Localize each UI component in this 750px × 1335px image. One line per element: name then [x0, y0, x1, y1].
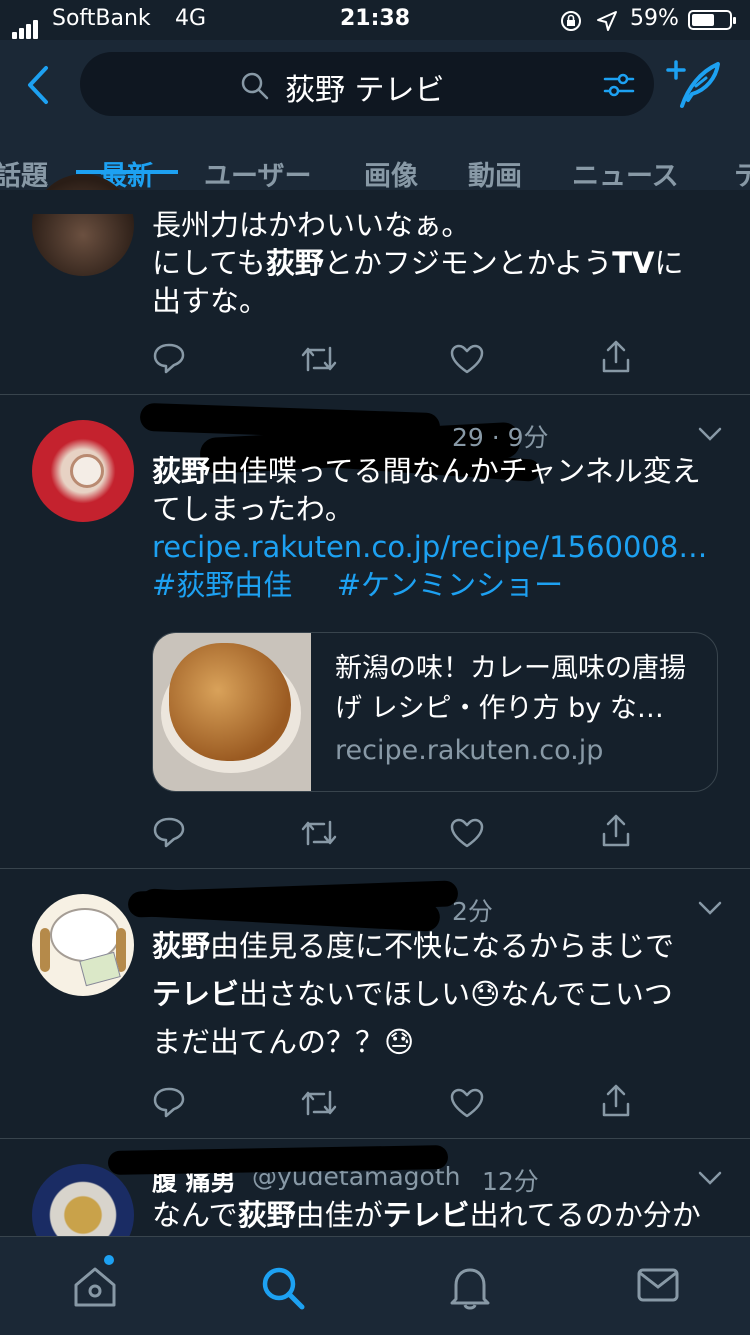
- battery-icon: [688, 10, 736, 30]
- avatar[interactable]: [32, 420, 134, 522]
- tweet-text: 長州力はかわいいなぁ。 にしても荻野とかフジモンとかようTVに 出すな。: [152, 206, 732, 320]
- tweet-link[interactable]: recipe.rakuten.co.jp/recipe/1560008…: [152, 528, 732, 566]
- share-icon[interactable]: [600, 814, 632, 848]
- tweet-meta: 29 · 9分: [452, 423, 549, 452]
- tab-videos[interactable]: 動画: [468, 154, 522, 193]
- back-arrow-icon[interactable]: [20, 62, 60, 108]
- tweet-time: 12分: [482, 1167, 539, 1196]
- new-content-dot: [104, 1255, 114, 1265]
- filter-icon[interactable]: [602, 70, 636, 100]
- search-input[interactable]: 荻野 テレビ: [80, 52, 654, 116]
- compose-tweet-icon[interactable]: [666, 60, 722, 110]
- search-header: 荻野 テレビ 話題 最新 ユーザー 画像 動画 ニュース テ: [0, 40, 750, 193]
- reply-icon[interactable]: [152, 342, 186, 374]
- tweet-line: テレビ出さないでほしい😓なんでこいつ: [152, 977, 673, 1011]
- like-icon[interactable]: [450, 1088, 484, 1118]
- rotation-lock-icon: [561, 11, 581, 31]
- tweet-text: なんで荻野由佳がテレビ出れてるのか分か: [152, 1196, 732, 1234]
- tweet-text: 荻野由佳喋ってる間なんかチャンネル変え てしまったわ。 recipe.rakut…: [152, 452, 732, 604]
- tweet-line: 出すな。: [152, 284, 269, 318]
- share-icon[interactable]: [600, 340, 632, 374]
- reply-icon[interactable]: [152, 1086, 186, 1118]
- divider: [0, 394, 750, 395]
- retweet-icon[interactable]: [300, 344, 338, 374]
- status-bar: SoftBank 4G 21:38 59%: [0, 0, 750, 40]
- divider: [0, 1138, 750, 1139]
- tab-more[interactable]: テ: [734, 154, 750, 193]
- card-domain: recipe.rakuten.co.jp: [335, 735, 604, 766]
- tweet-line: まだ出てんの？？😓: [152, 1025, 415, 1059]
- tweet-line: なんで荻野由佳がテレビ出れてるのか分か: [152, 1198, 701, 1232]
- reply-icon[interactable]: [152, 816, 186, 848]
- battery-percent: 59%: [630, 6, 679, 31]
- messages-icon[interactable]: [636, 1265, 680, 1305]
- like-icon[interactable]: [450, 818, 484, 848]
- card-title: 新潟の味！カレー風味の唐揚げ レシピ・作り方 by な…: [335, 653, 686, 724]
- chevron-down-icon[interactable]: [698, 900, 722, 916]
- link-card[interactable]: 新潟の味！カレー風味の唐揚げ レシピ・作り方 by な… recipe.raku…: [152, 632, 718, 792]
- retweet-icon[interactable]: [300, 1088, 338, 1118]
- avatar[interactable]: [32, 894, 134, 996]
- tab-photos[interactable]: 画像: [364, 154, 418, 193]
- search-icon: [241, 72, 269, 100]
- hashtags: #荻野由佳 #ケンミンショー: [152, 566, 732, 604]
- search-icon[interactable]: [260, 1265, 306, 1311]
- watch-image: [70, 454, 104, 488]
- like-icon[interactable]: [450, 344, 484, 374]
- tab-news[interactable]: ニュース: [572, 154, 679, 193]
- share-icon[interactable]: [600, 1084, 632, 1118]
- retweet-icon[interactable]: [300, 818, 338, 848]
- location-icon: [597, 11, 617, 31]
- hashtag[interactable]: #荻野由佳: [152, 568, 292, 602]
- card-image: [153, 633, 311, 791]
- bottom-tab-bar: [0, 1236, 750, 1335]
- tweet-line: 荻野由佳見る度に不快になるからまじで: [152, 929, 675, 963]
- tab-people[interactable]: ユーザー: [204, 154, 311, 193]
- tweet-line: 荻野由佳喋ってる間なんかチャンネル変え: [152, 454, 701, 488]
- tweet-line: にしても荻野とかフジモンとかようTVに: [152, 246, 684, 280]
- tweet-line: てしまったわ。: [152, 492, 354, 526]
- notifications-icon[interactable]: [448, 1265, 492, 1311]
- tweet-line: 長州力はかわいいなぁ。: [152, 208, 471, 242]
- active-tab-indicator: [76, 170, 178, 174]
- home-icon[interactable]: [72, 1265, 118, 1309]
- tab-top[interactable]: 話題: [0, 154, 48, 193]
- chevron-down-icon[interactable]: [698, 1170, 722, 1186]
- tweet-text: 荻野由佳見る度に不快になるからまじで テレビ出さないでほしい😓なんでこいつ まだ…: [152, 922, 732, 1066]
- divider: [0, 868, 750, 869]
- hashtag[interactable]: #ケンミンショー: [337, 568, 563, 602]
- search-query: 荻野 テレビ: [285, 73, 445, 108]
- chevron-down-icon[interactable]: [698, 426, 722, 442]
